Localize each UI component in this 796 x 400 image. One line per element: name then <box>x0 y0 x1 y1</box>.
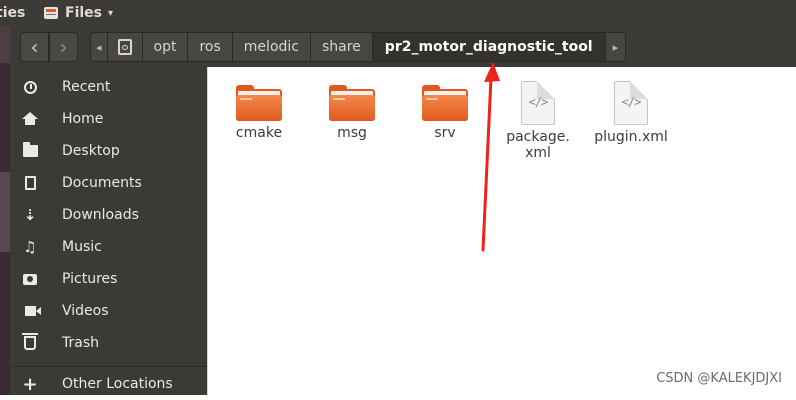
sidebar-item-label: Recent <box>62 79 111 95</box>
sidebar-item-downloads[interactable]: ⇣ Downloads <box>10 199 207 231</box>
hard-disk-icon <box>117 39 132 55</box>
folder-icon <box>22 142 38 159</box>
sidebar-item-label: Pictures <box>62 271 118 287</box>
chevron-left-icon: ‹ <box>30 35 39 59</box>
triangle-left-icon: ◂ <box>96 40 102 54</box>
home-icon <box>22 111 38 127</box>
breadcrumb: ◂ opt ros melodic share pr2_motor_diagno… <box>90 32 627 62</box>
breadcrumb-opt[interactable]: opt <box>142 32 189 62</box>
places-sidebar: Recent Home Desktop Documents ⇣ Download… <box>10 67 207 395</box>
file-name: msg <box>337 125 367 141</box>
breadcrumb-melodic[interactable]: melodic <box>232 32 311 62</box>
xml-file-icon: </> <box>521 81 555 125</box>
folder-icon <box>329 85 375 121</box>
back-button[interactable]: ‹ <box>20 32 49 62</box>
sidebar-item-other-locations[interactable]: + Other Locations <box>10 368 207 400</box>
sidebar-item-label: Downloads <box>62 207 139 223</box>
trash-icon <box>22 333 38 351</box>
sidebar-item-label: Desktop <box>62 143 120 159</box>
forward-button[interactable]: › <box>49 32 78 62</box>
download-icon: ⇣ <box>23 206 37 224</box>
caret-down-icon: ▾ <box>108 7 114 19</box>
music-icon: ♫ <box>23 238 37 256</box>
launcher-strip <box>0 27 10 395</box>
app-menu[interactable]: Files ▾ <box>44 5 113 21</box>
sidebar-item-home[interactable]: Home <box>10 103 207 135</box>
xml-file-icon: </> <box>614 81 648 125</box>
document-icon <box>22 175 38 191</box>
video-icon <box>22 303 41 319</box>
top-panel: ties Files ▾ <box>0 0 796 27</box>
sidebar-item-desktop[interactable]: Desktop <box>10 135 207 167</box>
header-bar: ‹ › ◂ opt ros melodic share pr2_motor_di… <box>10 27 796 67</box>
sidebar-item-recent[interactable]: Recent <box>10 71 207 103</box>
chevron-right-icon: › <box>59 35 68 59</box>
sidebar-item-label: Other Locations <box>62 376 173 392</box>
sidebar-item-label: Documents <box>62 175 142 191</box>
file-item-xml[interactable]: </> plugin.xml <box>586 77 676 145</box>
sidebar-item-documents[interactable]: Documents <box>10 167 207 199</box>
sidebar-divider <box>10 366 207 367</box>
camera-icon <box>22 271 38 287</box>
watermark-text: CSDN @KALEKJDJXI <box>656 371 782 386</box>
file-item-folder[interactable]: cmake <box>214 77 304 141</box>
file-name: cmake <box>235 125 283 141</box>
file-name: plugin.xml <box>594 129 668 145</box>
app-menu-label: Files <box>65 5 102 21</box>
breadcrumb-scroll-left[interactable]: ◂ <box>90 32 108 62</box>
files-app-icon <box>44 7 58 19</box>
sidebar-item-label: Home <box>62 111 104 127</box>
activities-button[interactable]: ties <box>0 5 25 21</box>
sidebar-item-trash[interactable]: Trash <box>10 327 207 359</box>
sidebar-item-label: Trash <box>62 335 99 351</box>
clock-icon <box>22 79 38 95</box>
launcher-slot[interactable] <box>0 172 10 252</box>
sidebar-item-music[interactable]: ♫ Music <box>10 231 207 263</box>
sidebar-item-pictures[interactable]: Pictures <box>10 263 207 295</box>
breadcrumb-ros[interactable]: ros <box>188 32 233 62</box>
file-item-folder[interactable]: msg <box>307 77 397 141</box>
breadcrumb-scroll-right[interactable]: ▸ <box>605 32 627 62</box>
sidebar-item-label: Videos <box>62 303 109 319</box>
sidebar-item-videos[interactable]: Videos <box>10 295 207 327</box>
folder-icon <box>422 85 468 121</box>
sidebar-item-label: Music <box>62 239 102 255</box>
breadcrumb-root-disk[interactable] <box>107 32 143 62</box>
plus-icon: + <box>22 373 38 395</box>
annotation-arrow <box>481 62 500 252</box>
folder-icon <box>236 85 282 121</box>
breadcrumb-share[interactable]: share <box>310 32 373 62</box>
triangle-right-icon: ▸ <box>612 40 619 54</box>
launcher-slot[interactable] <box>0 27 10 63</box>
